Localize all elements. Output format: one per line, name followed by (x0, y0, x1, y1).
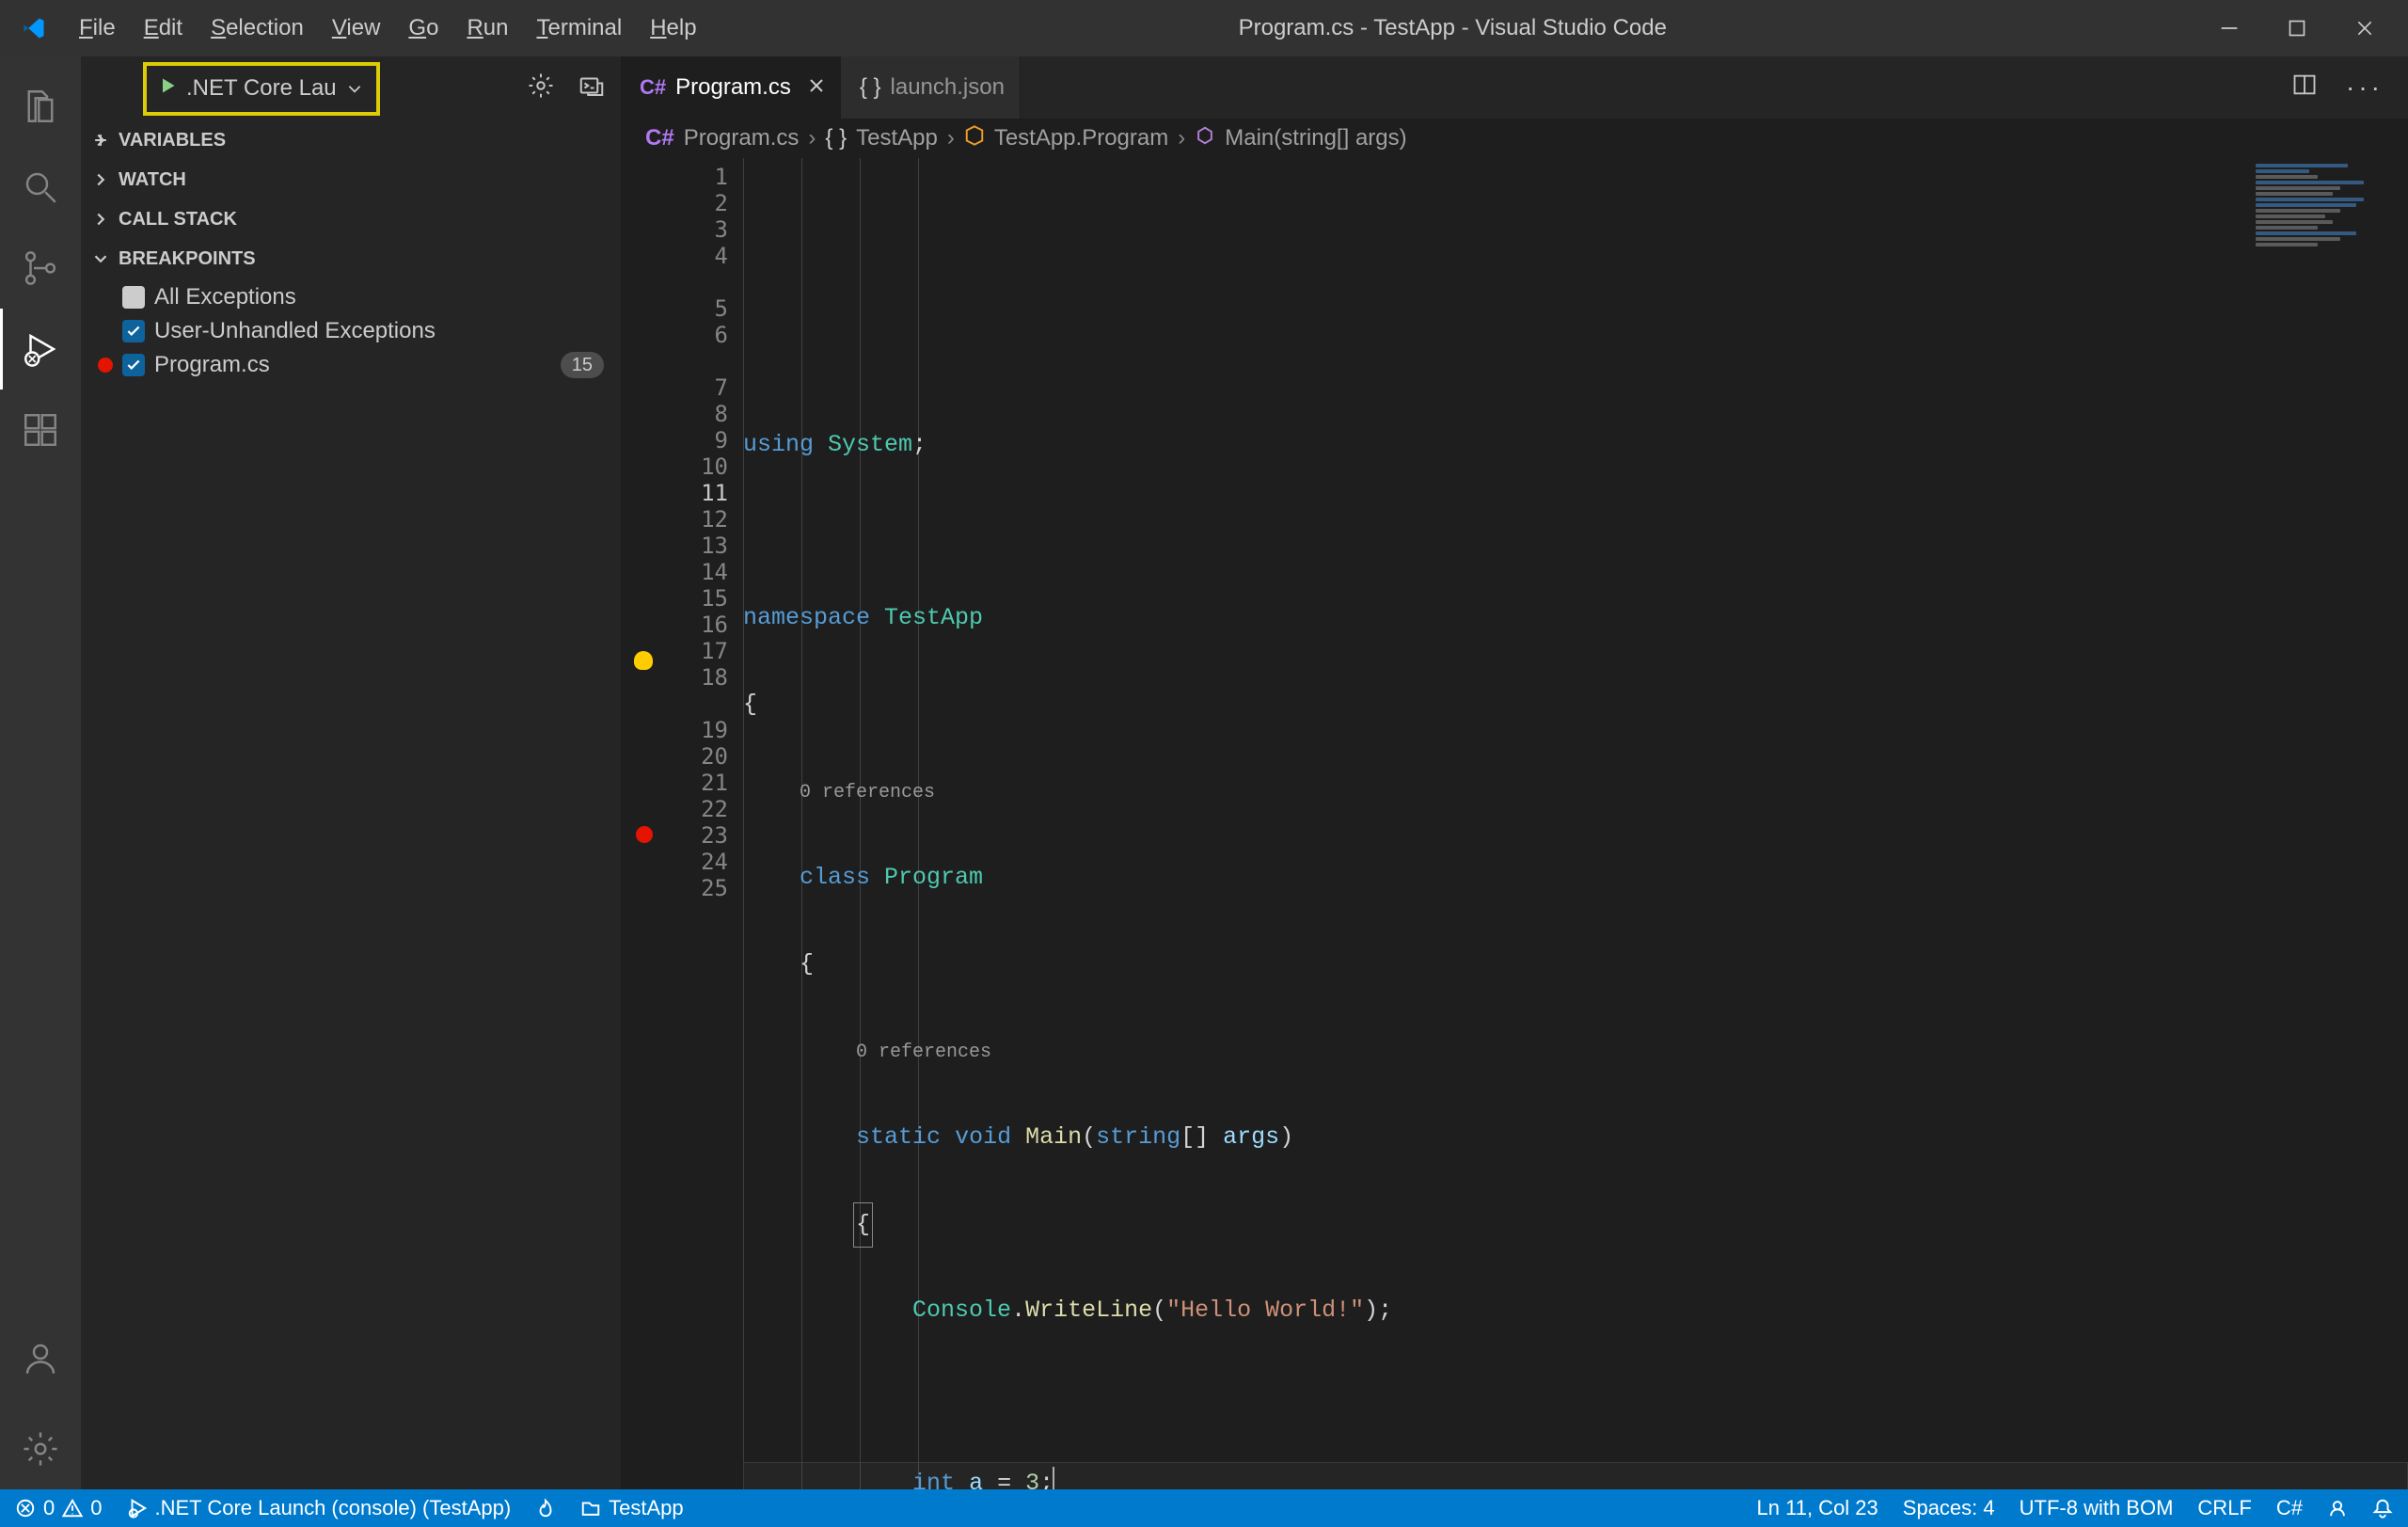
titlebar: File Edit Selection View Go Run Terminal… (0, 0, 2408, 56)
status-bell-icon[interactable] (2372, 1498, 2393, 1519)
status-encoding[interactable]: UTF-8 with BOM (2020, 1496, 2174, 1520)
csharp-file-icon: C# (645, 125, 674, 151)
tabs-row: C# Program.cs { } launch.json ··· (621, 56, 2408, 119)
window-controls (2195, 7, 2399, 50)
status-cursor-pos[interactable]: Ln 11, Col 23 (1757, 1496, 1878, 1520)
maximize-button[interactable] (2263, 7, 2331, 50)
debug-config-label: .NET Core Lau (186, 75, 337, 102)
section-breakpoints[interactable]: BREAKPOINTS (81, 239, 621, 278)
chevron-right-icon: › (1178, 125, 1185, 151)
menu-run[interactable]: Run (453, 9, 521, 47)
status-bar: 0 0 .NET Core Launch (console) (TestApp)… (0, 1489, 2408, 1527)
bp-all-exceptions[interactable]: All Exceptions (81, 280, 621, 314)
chevron-right-icon: › (808, 125, 816, 151)
play-icon (158, 75, 177, 102)
activity-extensions[interactable] (0, 390, 81, 470)
checkbox-unchecked[interactable] (122, 286, 145, 309)
minimap[interactable] (2248, 162, 2402, 265)
section-watch[interactable]: WATCH (81, 160, 621, 199)
method-icon (1195, 125, 1215, 152)
menu-bar: File Edit Selection View Go Run Terminal… (66, 9, 710, 47)
status-problems[interactable]: 0 0 (15, 1496, 103, 1520)
breakpoints-list: All Exceptions User-Unhandled Exceptions… (81, 278, 621, 391)
activity-explorer[interactable] (0, 66, 81, 147)
tab-launch-json[interactable]: { } launch.json (841, 56, 1021, 119)
checkbox-checked[interactable] (122, 320, 145, 342)
codelens[interactable]: 0 references (856, 1042, 991, 1063)
status-feedback-icon[interactable] (2327, 1498, 2348, 1519)
tab-close-icon[interactable] (808, 74, 825, 101)
menu-selection[interactable]: Selection (198, 9, 317, 47)
more-actions-icon[interactable]: ··· (2346, 72, 2384, 103)
glyph-margin[interactable] (621, 158, 668, 1489)
debug-toolbar: .NET Core Lau (81, 56, 621, 120)
code-content[interactable]: using System; namespace TestApp { 0 refe… (743, 158, 2408, 1489)
tab-program-cs[interactable]: C# Program.cs (621, 56, 841, 119)
activity-settings[interactable] (0, 1408, 81, 1489)
window-title: Program.cs - TestApp - Visual Studio Cod… (710, 15, 2195, 41)
breakpoint-glyph-icon[interactable] (636, 826, 653, 843)
code-editor[interactable]: 1234 56 78910 11 12131415161718 19202122… (621, 158, 2408, 1489)
breadcrumb[interactable]: C# Program.cs › { } TestApp › TestApp.Pr… (621, 119, 2408, 158)
codelens[interactable]: 0 references (800, 782, 935, 803)
activity-bar (0, 56, 81, 1489)
vscode-logo-icon (21, 15, 47, 41)
status-eol[interactable]: CRLF (2197, 1496, 2251, 1520)
split-editor-icon[interactable] (2291, 72, 2318, 104)
section-variables[interactable]: VARIABLES (81, 120, 621, 160)
debug-sidebar: .NET Core Lau VARIABLES WATCH (81, 56, 621, 1489)
bp-line-badge: 15 (561, 352, 604, 378)
activity-search[interactable] (0, 147, 81, 228)
editor-area: C# Program.cs { } launch.json ··· C# Pro… (621, 56, 2408, 1489)
menu-edit[interactable]: Edit (131, 9, 196, 47)
activity-scm[interactable] (0, 228, 81, 309)
csharp-file-icon: C# (640, 75, 666, 100)
status-indent[interactable]: Spaces: 4 (1903, 1496, 1995, 1520)
menu-file[interactable]: File (66, 9, 129, 47)
section-callstack[interactable]: CALL STACK (81, 199, 621, 239)
menu-view[interactable]: View (319, 9, 394, 47)
chevron-right-icon: › (947, 125, 955, 151)
status-flame-icon[interactable] (535, 1498, 556, 1519)
activity-debug[interactable] (0, 309, 81, 390)
breakpoint-dot-icon (98, 358, 113, 373)
debug-config-picker[interactable]: .NET Core Lau (143, 62, 380, 116)
gear-icon[interactable] (527, 72, 555, 106)
namespace-icon: { } (825, 125, 847, 151)
status-folder[interactable]: TestApp (580, 1496, 684, 1520)
status-language[interactable]: C# (2276, 1496, 2303, 1520)
lightbulb-icon[interactable] (634, 651, 653, 670)
line-numbers: 1234 56 78910 11 12131415161718 19202122… (668, 158, 743, 1489)
menu-help[interactable]: Help (637, 9, 709, 47)
menu-go[interactable]: Go (395, 9, 452, 47)
bp-file-program[interactable]: Program.cs 15 (81, 348, 621, 382)
debug-console-icon[interactable] (578, 72, 606, 106)
minimize-button[interactable] (2195, 7, 2263, 50)
class-icon (964, 125, 985, 152)
status-debug-config[interactable]: .NET Core Launch (console) (TestApp) (127, 1496, 512, 1520)
activity-account[interactable] (0, 1318, 81, 1399)
bp-user-unhandled[interactable]: User-Unhandled Exceptions (81, 314, 621, 348)
menu-terminal[interactable]: Terminal (523, 9, 635, 47)
json-file-icon: { } (860, 74, 881, 101)
chevron-down-icon (346, 77, 363, 103)
close-button[interactable] (2331, 7, 2399, 50)
checkbox-checked[interactable] (122, 354, 145, 376)
